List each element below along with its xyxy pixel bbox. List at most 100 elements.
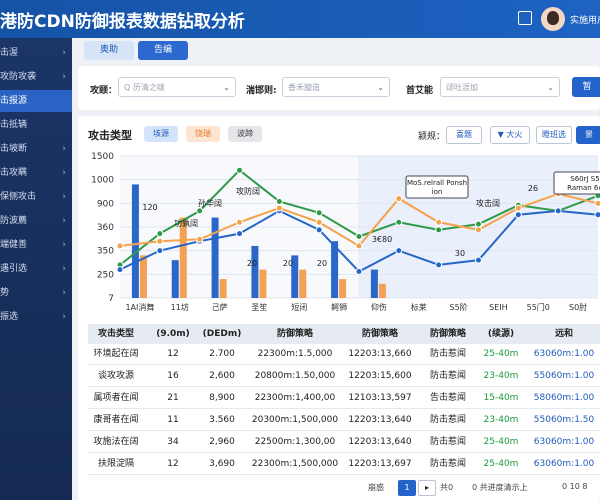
table-header[interactable]: 攻击类型 [88,324,144,344]
table-cell: 55060m:1.50 [533,415,595,425]
table-header[interactable]: 防御策略 [340,324,420,344]
table-cell: 12 [167,459,179,469]
chevron-right-icon: › [62,312,66,322]
legend-item-2[interactable]: 波蹄 [228,126,262,142]
sort-button[interactable]: 喜题 [446,126,482,144]
next-page-button[interactable]: ▸ [418,480,436,496]
sidebar-item-1[interactable]: 攻防攻袭 › [0,66,72,88]
tab-1[interactable]: 告编 [138,41,188,60]
series-point [435,261,443,269]
table-header[interactable]: (DEDm) [198,324,246,344]
series-point [475,226,482,234]
data-label: 功孰阔 [174,218,198,228]
table-cell: 21 [167,393,179,403]
table-row[interactable]: 谈攻攻源 16 2,600 20800m:1.50,000 12203:15,600 防击… [88,366,600,387]
sidebar-item-label: 击坡断 [0,144,28,154]
x-tick-label: 短闭 [291,302,307,312]
tab-0[interactable]: 奥助 [84,41,134,60]
sidebar-item-4[interactable]: 击坡断 › [0,138,72,160]
sidebar-item-label: 击报源 [0,96,28,106]
pagination: 崩惑 1 ▸ 共0 0 共进度清示上 0 10 8 [368,480,600,496]
series-point [315,218,323,226]
table-cell: 12203:13,640 [348,437,412,447]
page-button-current[interactable]: 1 [398,480,416,496]
chevron-right-icon: › [62,168,66,178]
x-tick-label: 1AI消舞 [125,302,154,312]
x-tick-label: 仰伤 [371,302,387,312]
sidebar-item-2[interactable]: 击报源 [0,90,72,112]
sidebar-item-label: 遇引选 [0,264,28,274]
chevron-right-icon: › [62,216,66,226]
x-tick-label: SEIH [489,303,508,312]
filter-button[interactable]: 瞪班选 [536,126,572,144]
more-button[interactable]: 景 [576,126,600,144]
x-tick-label: 11坊 [171,302,189,312]
table-header[interactable]: 防御策略 [422,324,474,344]
table-cell: 康哥者在闻 [93,415,139,425]
order-dropdown[interactable]: ▼ 大火 [490,126,530,144]
table-cell: 告击惹闻 [429,393,466,403]
series-point [395,247,403,255]
table-row[interactable]: 属项者在闻 21 8,900 22300m:1,400,00 12103:13,597 告… [88,388,600,409]
filter-placeholder: Q 历清之啵 [124,83,165,92]
top-bar: 港防CDN防御报表数据钻取分析 实施用户 [0,0,600,38]
series-point [116,242,124,250]
sidebar-item-7[interactable]: 防波薦 › [0,210,72,232]
sidebar-item-label: 防波薦 [0,216,28,226]
table-row[interactable]: 攻施法在阔 34 2,960 22500m:1,300,00 12203:13,640 防… [88,432,600,453]
table-row[interactable]: 环境起在阔 12 2.700 22300m:1.5,000 12203:13,660 防击… [88,344,600,365]
table-cell: 23-40m [483,371,519,381]
sidebar-item-0[interactable]: 击渥 › [0,42,72,64]
sidebar-item-3[interactable]: 击抵辆 [0,114,72,136]
avatar[interactable] [541,7,565,31]
chevron-down-icon: ⌄ [547,83,554,92]
search-button[interactable]: 暂 [572,77,600,97]
sidebar-item-5[interactable]: 击攻瞒 › [0,162,72,184]
chart-title: 攻击类型 [88,129,132,142]
table-row[interactable]: 扶限淀隔 12 3,690 22300m:1,500,000 12203:13,697 防… [88,454,600,475]
table-header[interactable]: 防御策略 [250,324,340,344]
table-header[interactable]: 远和 [528,324,600,344]
table-cell: 58060m:1.00 [533,393,595,403]
sidebar-item-11[interactable]: 振选 › [0,306,72,328]
filter-select-1[interactable]: Q 历清之啵 ⌄ [118,77,236,97]
table-row[interactable]: 康哥者在闻 11 3.560 20300m:1,500,000 12203:13,640… [88,410,600,431]
table-cell: 防击惹闻 [429,459,466,469]
series-point [554,207,562,215]
table-cell: 防击惹闻 [429,437,466,447]
table-cell: 15-40m [483,393,519,403]
sidebar-item-8[interactable]: 端健善 › [0,234,72,256]
filter-label-3: 首艾能 [406,86,434,96]
table-header-row: 攻击类型 (9.0m) (DEDm) 防御策略 防御策略 防御策略 (续源) 远… [88,324,600,344]
table-header[interactable]: (续源) [476,324,526,344]
table-cell: 12203:13,660 [348,349,412,359]
filter-placeholder: 香禾臆造 [288,83,320,92]
series-point [395,195,403,203]
sidebar: 击渥 › 攻防攻袭 › 击报源 击抵辆 击坡断 › 击攻瞒 › 保侧攻击 › 防波薦 › 端… [0,38,72,500]
data-label: 3€80 [372,235,392,244]
legend-item-1[interactable]: 饶瑞 [186,126,220,142]
user-name[interactable]: 实施用户 [570,13,600,26]
filter-select-2[interactable]: 香禾臆造 ⌄ [282,77,390,97]
y-tick-label: 7 [108,294,114,304]
series-point [196,235,204,243]
filter-select-3[interactable]: 颂吐涯加 ⌄ [440,77,560,97]
table-cell: 11 [167,415,179,425]
sidebar-item-9[interactable]: 遇引选 › [0,258,72,280]
sidebar-item-label: 击渥 [0,48,19,58]
table-cell: 环境起在阔 [93,349,139,359]
series-point [594,199,600,207]
tooltip-text: S60rJ S5 [570,175,599,183]
legend-item-0[interactable]: 垓源 [144,126,178,142]
screen-icon[interactable] [518,11,532,25]
table-header[interactable]: (9.0m) [148,324,198,344]
chevron-down-icon: ⌄ [377,83,384,92]
series-point [435,226,443,234]
sidebar-item-6[interactable]: 保侧攻击 › [0,186,72,208]
chevron-right-icon: › [62,144,66,154]
x-tick-label: 55门0 [527,302,550,312]
filter-label-2: 湍邯则: [246,86,277,96]
sidebar-item-10[interactable]: 势 › [0,282,72,304]
data-label: 孙华阔 [198,198,222,208]
data-label: 攻击阔 [476,198,500,208]
